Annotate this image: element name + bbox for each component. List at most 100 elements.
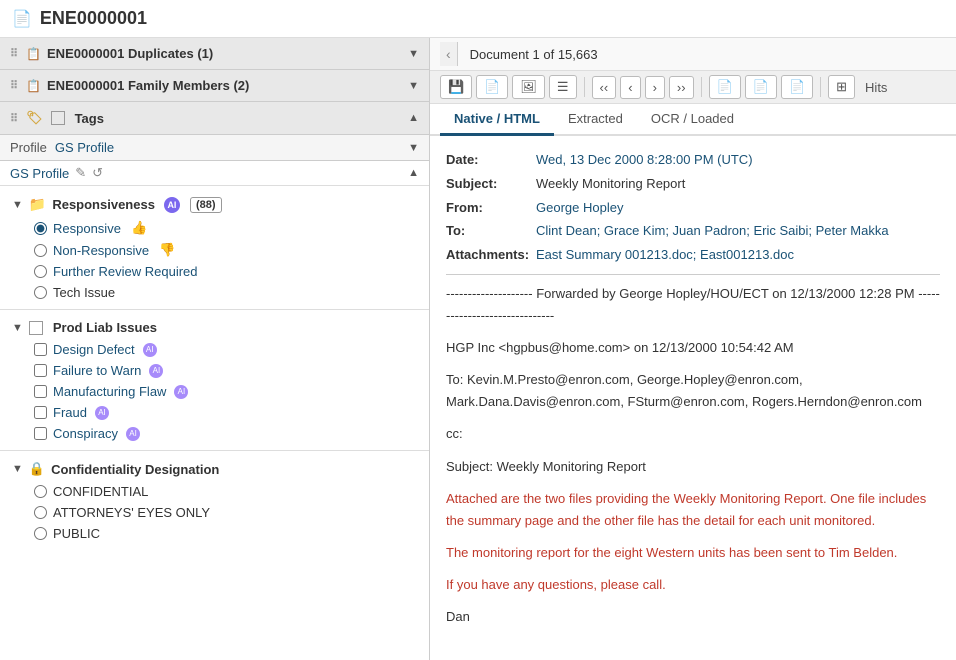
failure-to-warn-text: Failure to Warn [53,363,141,378]
tags-checkbox[interactable] [51,111,65,125]
doc-content: Date: Wed, 13 Dec 2000 8:28:00 PM (UTC) … [430,136,956,660]
chevron-down-icon: ▼ [408,48,419,60]
from-value: George Hopley [536,198,940,219]
undo-icon[interactable]: ↺ [92,165,103,181]
design-defect-checkbox[interactable] [34,343,47,356]
nav-last-button[interactable]: ›› [669,76,694,99]
page-btn2[interactable]: 📄 [745,75,777,99]
list-item: Design Defect AI [24,339,429,360]
thumbdown-icon[interactable]: 👎 [159,242,175,258]
attorneys-eyes-label[interactable]: ATTORNEYS' EYES ONLY [34,505,210,520]
prod-liab-checkbox[interactable] [29,321,43,335]
separator [584,77,585,97]
edit-icon[interactable]: ✎ [75,165,86,181]
public-label[interactable]: PUBLIC [34,526,100,541]
failure-to-warn-label[interactable]: Failure to Warn [34,363,141,378]
family-label: ENE0000001 Family Members (2) [47,78,249,93]
manufacturing-flaw-text: Manufacturing Flaw [53,384,166,399]
responsiveness-folder-icon: 📁 [29,196,46,213]
date-label: Date: [446,150,536,171]
confidentiality-toggle[interactable]: ▼ [12,463,23,475]
responsive-label[interactable]: Responsive [34,221,121,236]
hits-label: Hits [865,80,887,95]
non-responsive-label[interactable]: Non-Responsive [34,243,149,258]
body-paragraph2: The monitoring report for the eight West… [446,542,940,564]
confidential-label[interactable]: CONFIDENTIAL [34,484,148,499]
prod-liab-section: ▼ Prod Liab Issues Design Defect AI [0,314,429,446]
fraud-label[interactable]: Fraud [34,405,87,420]
forwarded-paragraph: -------------------- Forwarded by George… [446,283,940,327]
grid-button[interactable]: ⊞ [828,75,855,99]
duplicates-group[interactable]: ⠿ 📋 ENE0000001 Duplicates (1) ▼ [0,38,429,70]
list-button[interactable]: ☰ [549,75,577,99]
panel-collapse-icon[interactable]: ‹ [440,42,458,66]
tab-extracted[interactable]: Extracted [554,104,637,136]
doc-toolbar: ‹ Document 1 of 15,663 [430,38,956,71]
further-review-text: Further Review Required [53,264,198,279]
conspiracy-label[interactable]: Conspiracy [34,426,118,441]
nav-next-button[interactable]: › [645,76,665,99]
tech-issue-label[interactable]: Tech Issue [34,285,115,300]
confidential-radio[interactable] [34,485,47,498]
list-item: Non-Responsive 👎 [24,239,429,261]
thumbup-icon[interactable]: 👍 [131,220,147,236]
public-radio[interactable] [34,527,47,540]
family-group[interactable]: ⠿ 📋 ENE0000001 Family Members (2) ▼ [0,70,429,102]
tag-icon: 🏷 [26,110,43,126]
gs-profile-label: GS Profile [10,166,69,181]
fraud-ai-icon: AI [95,406,109,420]
save-button[interactable]: 💾 [440,75,472,99]
tags-group[interactable]: ⠿ 🏷 Tags ▲ [0,102,429,135]
nav-first-button[interactable]: ‹‹ [592,76,617,99]
list-item: ATTORNEYS' EYES ONLY [24,502,429,523]
page-btn3[interactable]: 📄 [781,75,813,99]
image-button[interactable]: 🖼 [512,75,545,99]
body-to: To: Kevin.M.Presto@enron.com, George.Hop… [446,369,940,413]
subject-value: Weekly Monitoring Report [536,174,940,195]
from-label: From: [446,198,536,219]
responsive-text: Responsive [53,221,121,236]
list-item: CONFIDENTIAL [24,481,429,502]
fraud-checkbox[interactable] [34,406,47,419]
responsiveness-parent: ▼ 📁 Responsiveness AI (88) [0,192,429,217]
tab-native-html[interactable]: Native / HTML [440,104,554,136]
document-icon: 📄 [12,9,32,29]
responsiveness-section: ▼ 📁 Responsiveness AI (88) Responsive 👍 [0,190,429,305]
conspiracy-checkbox[interactable] [34,427,47,440]
tech-issue-radio[interactable] [34,286,47,299]
manufacturing-flaw-label[interactable]: Manufacturing Flaw [34,384,166,399]
page-header: 📄 ENE0000001 [0,0,956,38]
further-review-label[interactable]: Further Review Required [34,264,198,279]
family-icon: 📋 [26,79,41,93]
body-paragraph3: If you have any questions, please call. [446,574,940,596]
body-line1: HGP Inc <hgpbus@home.com> on 12/13/2000 … [446,337,940,359]
further-review-radio[interactable] [34,265,47,278]
responsiveness-toggle[interactable]: ▼ [12,199,23,211]
profile-bar: Profile GS Profile ▼ [0,135,429,161]
duplicates-icon: 📋 [26,47,41,61]
copy-button[interactable]: 📄 [476,75,508,99]
responsiveness-label: Responsiveness [52,197,155,212]
tech-issue-text: Tech Issue [53,285,115,300]
tab-ocr-loaded[interactable]: OCR / Loaded [637,104,748,136]
design-defect-label[interactable]: Design Defect [34,342,135,357]
public-text: PUBLIC [53,526,100,541]
prod-liab-toggle[interactable]: ▼ [12,322,23,334]
page-btn1[interactable]: 📄 [709,75,741,99]
attorneys-eyes-radio[interactable] [34,506,47,519]
failure-to-warn-checkbox[interactable] [34,364,47,377]
responsive-radio[interactable] [34,222,47,235]
attachments-field: Attachments: East Summary 001213.doc; Ea… [446,245,940,266]
nav-prev-button[interactable]: ‹ [620,76,640,99]
to-field: To: Clint Dean; Grace Kim; Juan Padron; … [446,221,940,242]
separator3 [820,77,821,97]
manufacturing-flaw-checkbox[interactable] [34,385,47,398]
confidentiality-label: Confidentiality Designation [51,462,219,477]
confidentiality-parent: ▼ 🔒 Confidentiality Designation [0,457,429,481]
fraud-text: Fraud [53,405,87,420]
list-item: Responsive 👍 [24,217,429,239]
prod-liab-children: Design Defect AI Failure to Warn AI [0,339,429,444]
profile-label: Profile [10,140,47,155]
non-responsive-radio[interactable] [34,244,47,257]
non-responsive-text: Non-Responsive [53,243,149,258]
